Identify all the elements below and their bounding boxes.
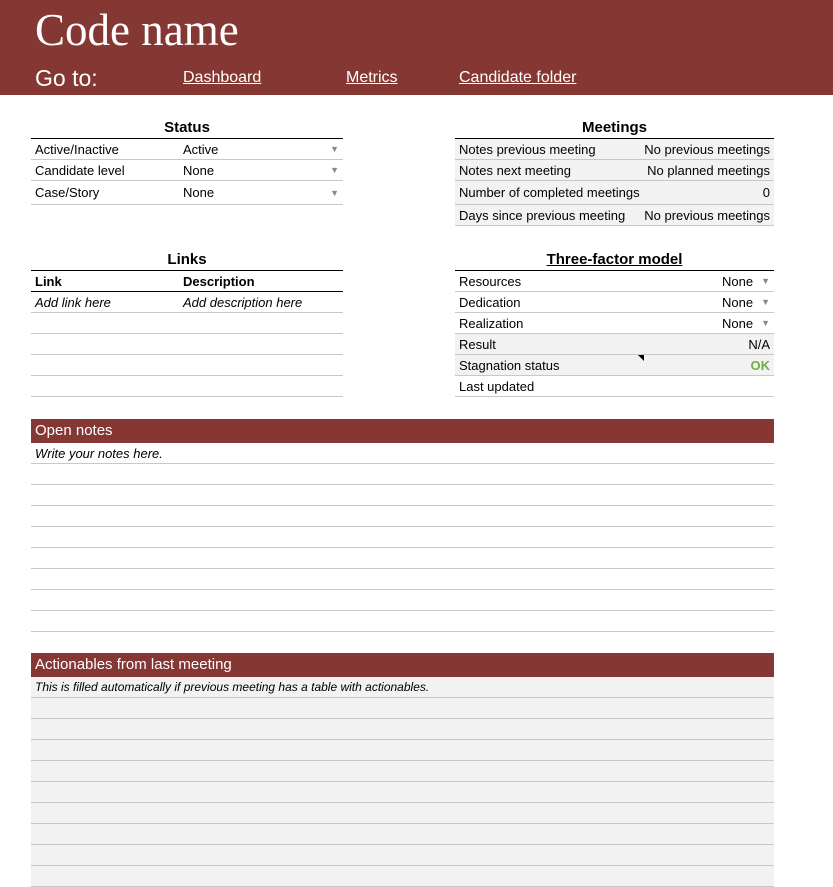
page-title: Code name [35,5,239,55]
notes-row[interactable] [31,548,774,569]
row-value: None [183,162,215,178]
row-value: None [722,273,754,289]
notes-row[interactable] [31,590,774,611]
actionables-row [31,803,774,824]
link-metrics[interactable]: Metrics [346,69,398,87]
result-row: Result N/A [455,334,774,355]
meetings-row: Notes next meeting No planned meetings [455,160,774,181]
col-desc-header: Description [183,273,255,289]
meetings-row: Number of completed meetings 0 [455,181,774,205]
links-row[interactable]: Add link here Add description here [31,292,343,313]
row-value: None [722,294,754,310]
notes-row[interactable] [31,611,774,632]
row-value: N/A [748,336,770,352]
meetings-row: Notes previous meeting No previous meetin… [455,139,774,160]
last-updated-row: Last updated [455,376,774,397]
description-cell[interactable]: Add description here [183,295,302,310]
row-value: None [183,185,215,200]
meetings-title: Meetings [455,118,774,139]
row-label: Dedication [459,294,521,310]
resources-row[interactable]: Resources None ▼ [455,271,774,292]
open-notes-area[interactable]: Write your notes here. [31,443,774,632]
notes-row[interactable] [31,527,774,548]
meetings-section: Meetings Notes previous meeting No previo… [455,118,774,226]
row-label: Number of completed meetings [459,185,640,200]
row-value: Active [183,141,219,157]
actionables-text: This is filled automatically if previous… [35,680,430,694]
status-section: Status Active/Inactive Active ▼ Candidate … [31,118,343,205]
stagnation-row: Stagnation status OK [455,355,774,376]
links-row[interactable] [31,313,343,334]
row-value: 0 [762,185,770,200]
row-value: No planned meetings [647,162,770,178]
row-label: Days since previous meeting [459,207,626,223]
comment-indicator-icon[interactable] [638,355,644,361]
links-title: Links [31,250,343,271]
actionables-row [31,740,774,761]
link-cell[interactable]: Add link here [35,295,183,310]
three-factor-title: Three-factor model [455,250,774,271]
status-active-row[interactable]: Active/Inactive Active ▼ [31,139,343,160]
row-value: OK [750,357,771,373]
links-header-row: Link Description [31,271,343,292]
links-section: Links Link Description Add link here Add d… [31,250,343,397]
link-candidate-folder[interactable]: Candidate folder [459,69,576,87]
row-label: Stagnation status [459,357,560,373]
row-label: Active/Inactive [35,141,119,157]
notes-row[interactable] [31,485,774,506]
notes-row[interactable] [31,464,774,485]
row-label: Notes previous meeting [459,141,596,157]
notes-row[interactable] [31,569,774,590]
dedication-row[interactable]: Dedication None ▼ [455,292,774,313]
status-level-row[interactable]: Candidate level None ▼ [31,160,343,181]
row-label: Resources [459,273,522,289]
actionables-area: This is filled automatically if previous… [31,677,774,887]
notes-row[interactable]: Write your notes here. [31,443,774,464]
dropdown-arrow-icon[interactable]: ▼ [330,165,339,175]
three-factor-section: Three-factor model Resources None ▼ Dedica… [455,250,774,397]
actionables-header: Actionables from last meeting [31,653,774,677]
dropdown-arrow-icon[interactable]: ▼ [761,297,770,307]
open-notes-header: Open notes [31,419,774,443]
actionables-row [31,866,774,887]
row-label: Candidate level [35,162,125,178]
actionables-row [31,782,774,803]
notes-row[interactable] [31,506,774,527]
dropdown-arrow-icon[interactable]: ▼ [761,318,770,328]
header: Code name Go to: Dashboard Metrics Candi… [0,0,833,95]
dropdown-arrow-icon[interactable]: ▼ [330,188,339,198]
status-case-row[interactable]: Case/Story None ▼ [31,181,343,205]
realization-row[interactable]: Realization None ▼ [455,313,774,334]
actionables-row [31,845,774,866]
row-label: Realization [459,315,524,331]
status-title: Status [31,118,343,139]
col-link-header: Link [35,273,62,289]
row-value: No previous meetings [644,141,770,157]
row-value: None [722,315,754,331]
actionables-row [31,824,774,845]
links-row[interactable] [31,355,343,376]
actionables-row: This is filled automatically if previous… [31,677,774,698]
actionables-row [31,719,774,740]
row-label: Notes next meeting [459,162,572,178]
links-row[interactable] [31,376,343,397]
notes-placeholder[interactable]: Write your notes here. [35,446,163,461]
links-row[interactable] [31,334,343,355]
goto-label: Go to: [35,65,98,91]
actionables-row [31,698,774,719]
link-dashboard[interactable]: Dashboard [183,69,261,87]
row-value: No previous meetings [644,207,770,223]
row-label: Result [459,336,496,352]
actionables-row [31,761,774,782]
dropdown-arrow-icon[interactable]: ▼ [761,276,770,286]
dropdown-arrow-icon[interactable]: ▼ [330,144,339,154]
row-label: Last updated [459,378,535,394]
row-label: Case/Story [35,185,100,200]
meetings-row: Days since previous meeting No previous m… [455,205,774,226]
